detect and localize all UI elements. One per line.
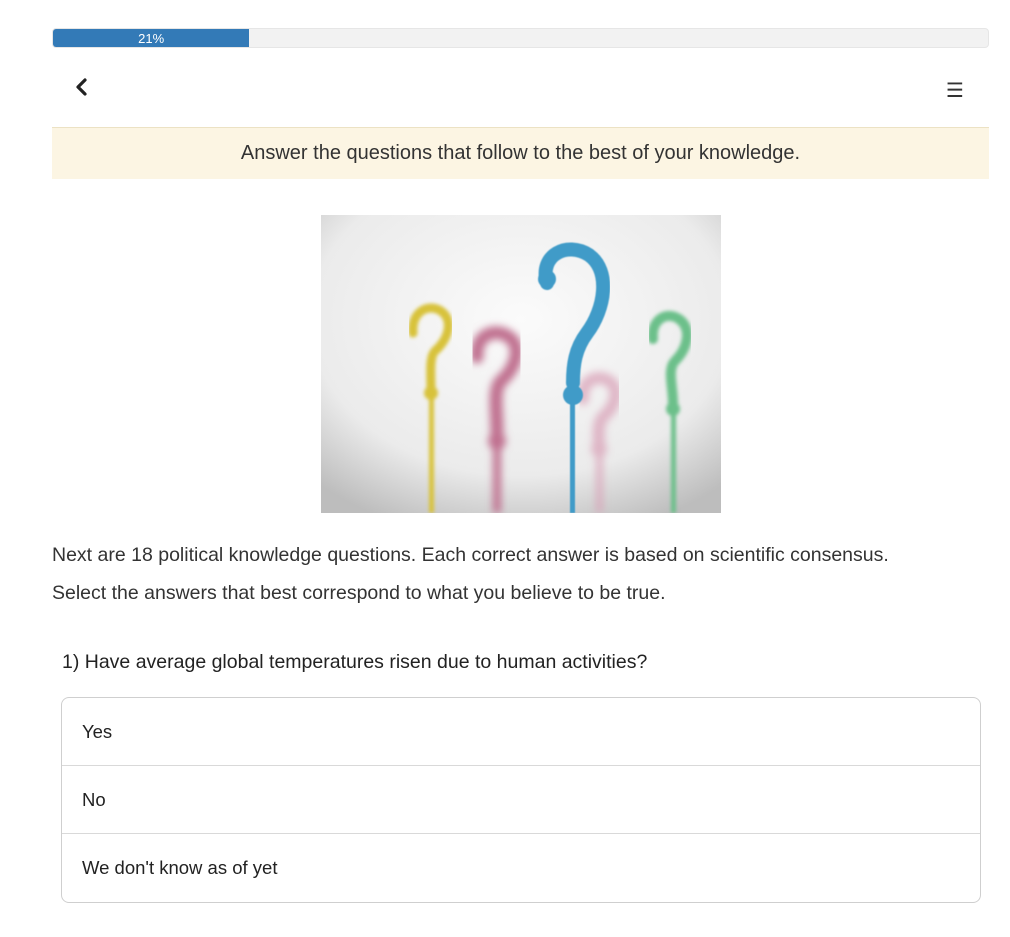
option-label: Yes [82, 720, 113, 742]
option-dont-know[interactable]: We don't know as of yet [62, 834, 980, 902]
progress-label: 21% [138, 30, 165, 46]
answer-options: Yes No We don't know as of yet [61, 697, 981, 903]
instruction-banner: Answer the questions that follow to the … [52, 127, 989, 179]
chevron-left-icon [76, 78, 87, 96]
intro-line-1: Next are 18 political knowledge question… [52, 544, 889, 566]
progress-fill: 21% [53, 29, 250, 47]
question-title: 1) Have average global temperatures rise… [62, 651, 648, 673]
menu-button[interactable]: ☰ [943, 78, 967, 102]
banner-text: Answer the questions that follow to the … [240, 142, 801, 164]
option-no[interactable]: No [62, 766, 980, 834]
question-marks-image [321, 215, 721, 513]
option-label: No [82, 788, 106, 810]
intro-line-2: Select the answers that best correspond … [52, 582, 666, 604]
back-button[interactable] [71, 76, 91, 98]
option-yes[interactable]: Yes [62, 698, 980, 766]
intro-text: Next are 18 political knowledge question… [52, 536, 992, 612]
option-label: We don't know as of yet [82, 857, 278, 878]
question-marks-illustration [321, 215, 721, 513]
progress-bar: 21% [52, 28, 989, 48]
hamburger-menu-icon: ☰ [946, 78, 964, 102]
